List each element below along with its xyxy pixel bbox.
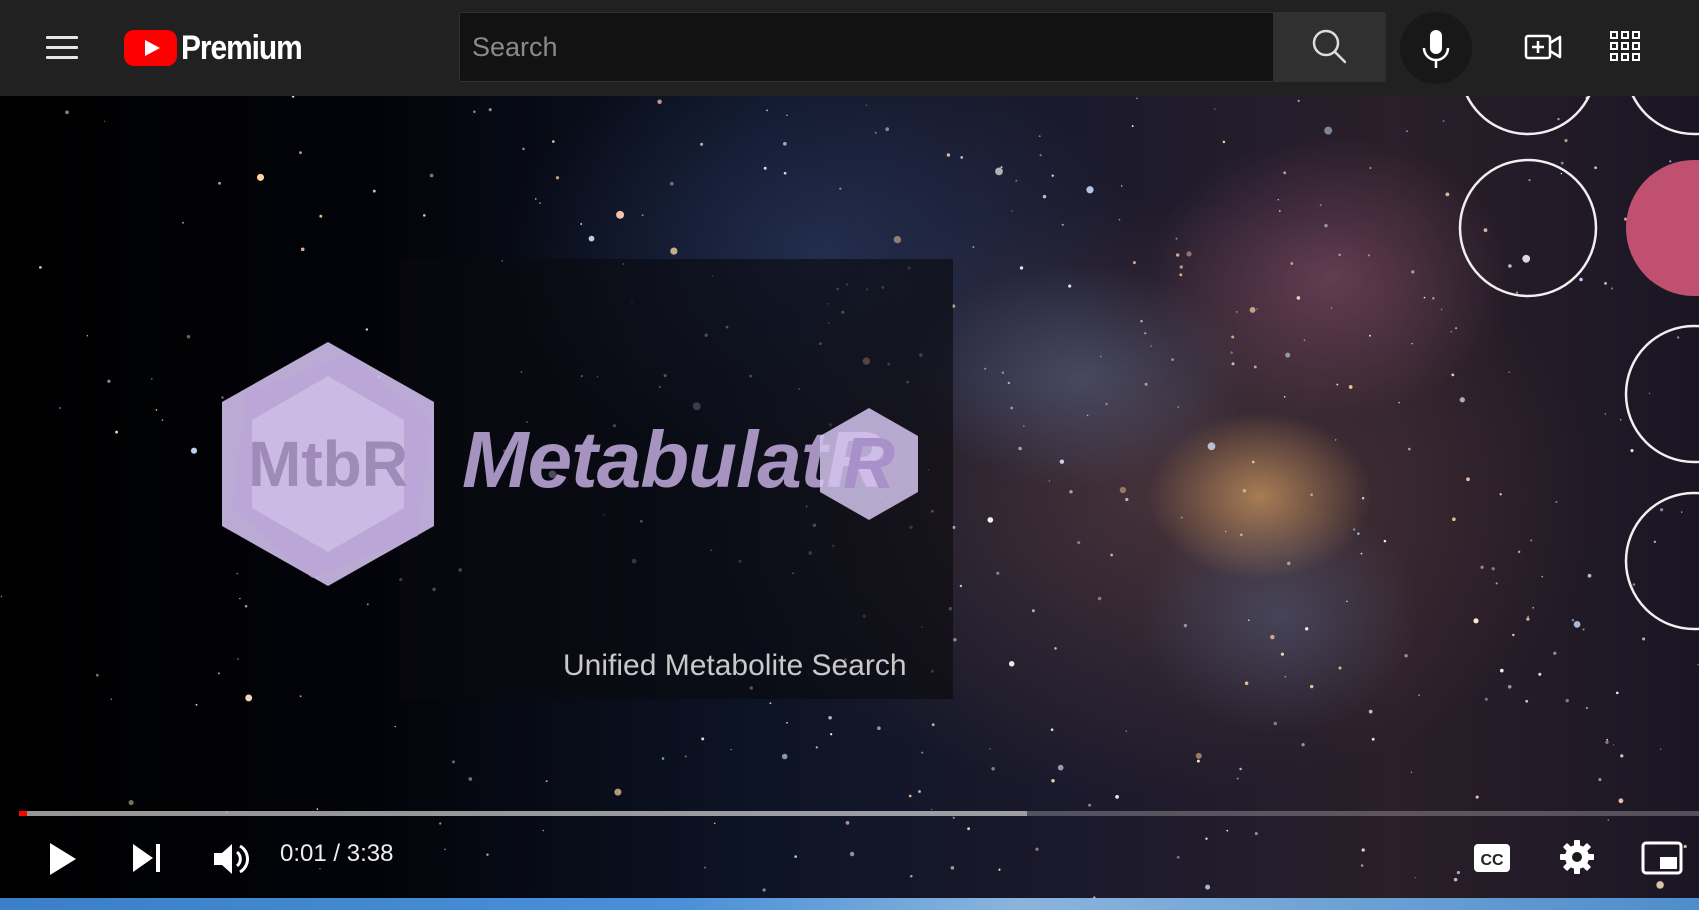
time-display: 0:01 / 3:38 bbox=[280, 840, 394, 867]
create-button[interactable] bbox=[1522, 27, 1564, 69]
search-button[interactable] bbox=[1274, 12, 1386, 82]
page-content-strip bbox=[0, 898, 1699, 910]
settings-icon[interactable] bbox=[1558, 838, 1596, 876]
play-icon[interactable] bbox=[44, 840, 80, 878]
voice-search-button[interactable] bbox=[1400, 12, 1472, 84]
apps-button[interactable] bbox=[1609, 30, 1641, 62]
svg-text:CC: CC bbox=[1480, 852, 1504, 869]
progress-bar[interactable] bbox=[19, 811, 1699, 816]
youtube-logo-icon bbox=[124, 30, 177, 66]
apps-grid-icon bbox=[1610, 31, 1640, 61]
annotation-circle bbox=[1624, 491, 1699, 631]
miniplayer-icon[interactable] bbox=[1640, 840, 1684, 876]
annotation-circle bbox=[1458, 158, 1598, 298]
video-player[interactable]: MtbR MetabulatR R Unified Metabolite Sea… bbox=[0, 96, 1699, 898]
menu-icon[interactable] bbox=[44, 30, 80, 66]
annotation-circles bbox=[1458, 96, 1699, 631]
brand-label: Premium bbox=[181, 28, 303, 67]
progress-buffered bbox=[19, 811, 1027, 816]
microphone-icon bbox=[1422, 30, 1450, 68]
annotation-circle bbox=[1624, 324, 1699, 464]
youtube-premium-logo[interactable]: Premium bbox=[124, 28, 318, 68]
player-controls: 0:01 / 3:38 CC bbox=[0, 818, 1699, 898]
search-icon bbox=[1312, 29, 1347, 64]
search-input[interactable] bbox=[460, 13, 1273, 81]
annotation-circle-filled bbox=[1626, 160, 1699, 296]
captions-icon[interactable]: CC bbox=[1472, 841, 1512, 875]
annotation-circle bbox=[1631, 96, 1699, 136]
top-bar: Premium bbox=[0, 0, 1699, 96]
progress-played bbox=[19, 811, 27, 816]
create-video-icon bbox=[1524, 34, 1562, 60]
search-box bbox=[459, 12, 1274, 82]
annotation-circle bbox=[1465, 96, 1591, 136]
next-icon[interactable] bbox=[130, 840, 164, 876]
volume-icon[interactable] bbox=[211, 840, 251, 878]
